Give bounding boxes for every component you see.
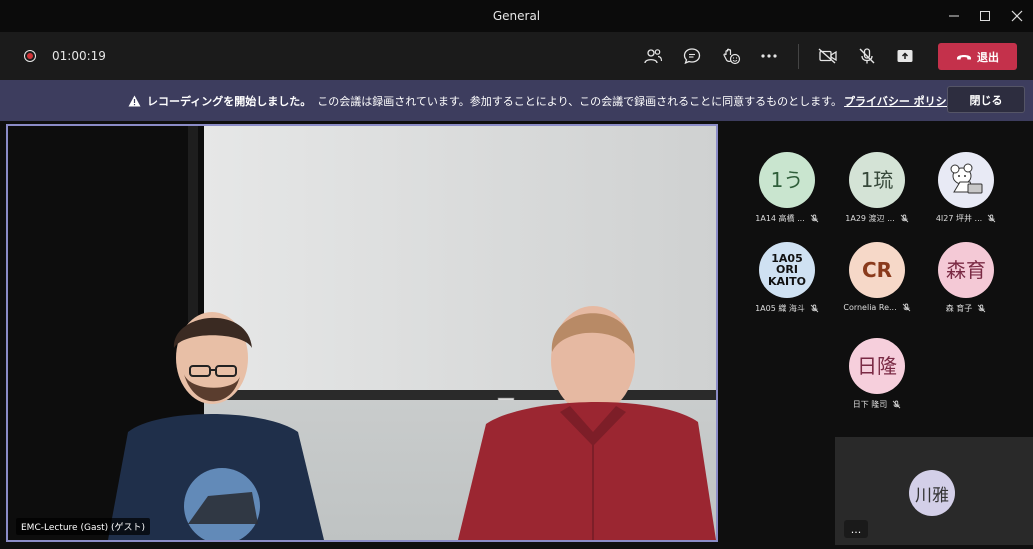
banner-title: レコーディングを開始しました。 xyxy=(147,95,312,108)
recording-banner: レコーディングを開始しました。 この会議は録画されています。参加することにより、… xyxy=(0,80,1033,121)
reactions-button[interactable] xyxy=(719,44,743,68)
participant-name: 森 育子 xyxy=(945,304,973,313)
participant-avatar: 1琉 xyxy=(849,152,905,208)
self-view-tile[interactable]: 川雅 ... xyxy=(835,437,1033,545)
participant-label: 日下 隆司 xyxy=(827,399,927,410)
chat-icon xyxy=(683,48,701,65)
record-icon xyxy=(24,50,36,62)
chat-button[interactable] xyxy=(680,44,704,68)
leave-button[interactable]: 退出 xyxy=(938,43,1017,70)
participants-button[interactable] xyxy=(641,44,665,68)
leave-label: 退出 xyxy=(977,50,999,64)
phone-hangup-icon xyxy=(957,55,971,60)
maximize-button[interactable] xyxy=(969,0,1001,32)
title-bar: General xyxy=(0,0,1033,32)
mic-off-icon xyxy=(859,48,875,64)
person-right-shirt xyxy=(458,401,716,540)
participant-label: 1A14 高橋 ... xyxy=(737,213,837,224)
mic-off-icon xyxy=(902,303,911,312)
participant-name: 4I27 坪井 ... xyxy=(935,214,983,223)
self-more-button[interactable]: ... xyxy=(844,520,868,538)
participant-tile[interactable]: 4I27 坪井 ... xyxy=(916,150,1016,230)
participant-avatar: 森育 xyxy=(938,242,994,298)
participant-label: Cornelia Re... xyxy=(827,303,927,312)
participant-name: 日下 隆司 xyxy=(852,400,888,409)
camera-off-icon xyxy=(818,48,837,64)
stage-participant-name: EMC-Lecture (Gast) (ゲスト) xyxy=(16,518,151,535)
close-window-button[interactable] xyxy=(1001,0,1033,32)
maximize-icon xyxy=(980,11,990,21)
participant-label: 4I27 坪井 ... xyxy=(916,213,1016,224)
close-icon xyxy=(1011,10,1023,22)
toolbar-divider xyxy=(798,44,799,69)
participant-avatar: 1う xyxy=(759,152,815,208)
people-icon xyxy=(644,49,663,64)
meeting-toolbar: 01:00:19 退出 xyxy=(0,32,1033,80)
window-title: General xyxy=(492,9,541,23)
meeting-timer: 01:00:19 xyxy=(52,49,106,63)
reactions-icon xyxy=(723,48,741,65)
participant-avatar: CR xyxy=(849,242,905,298)
share-button[interactable] xyxy=(893,44,917,68)
participant-tile[interactable]: 森育森 育子 xyxy=(916,240,1016,320)
more-actions-button[interactable] xyxy=(757,44,781,68)
self-avatar: 川雅 xyxy=(909,470,955,516)
mic-off-icon xyxy=(810,304,819,313)
participant-label: 森 育子 xyxy=(916,303,1016,314)
camera-toggle-button[interactable] xyxy=(816,44,840,68)
participant-tile[interactable]: 1琉 1A29 渡辺 ... xyxy=(827,150,927,230)
participant-avatar: 日隆 xyxy=(849,338,905,394)
participant-tile[interactable]: 日隆 日下 隆司 xyxy=(827,336,927,416)
share-icon xyxy=(897,50,913,62)
mic-off-icon xyxy=(892,400,901,409)
mic-off-icon xyxy=(810,214,819,223)
participant-name: 1A29 渡辺 ... xyxy=(845,214,895,223)
participant-name: 1A05 織 海斗 xyxy=(755,304,805,313)
main-video-stage[interactable]: EMC-Lecture (Gast) (ゲスト) xyxy=(6,124,718,542)
cartoon-avatar-icon xyxy=(938,152,994,208)
minimize-button[interactable] xyxy=(938,0,970,32)
banner-message: レコーディングを開始しました。 この会議は録画されています。参加することにより、… xyxy=(128,93,958,109)
banner-text: この会議は録画されています。参加することにより、この会議で録画されることに同意す… xyxy=(317,95,843,108)
privacy-policy-link[interactable]: プライバシー ポリシー xyxy=(844,93,958,109)
warning-icon xyxy=(128,95,141,107)
mic-toggle-button[interactable] xyxy=(855,44,879,68)
mic-off-icon xyxy=(900,214,909,223)
participant-tile[interactable]: CR Cornelia Re... xyxy=(827,240,927,320)
minimize-icon xyxy=(949,15,959,17)
participant-tile[interactable]: 1A05 ORI KAITO 1A05 織 海斗 xyxy=(737,240,837,320)
participant-label: 1A05 織 海斗 xyxy=(737,303,837,314)
participant-name: Cornelia Re... xyxy=(843,303,897,312)
mic-off-icon xyxy=(977,304,986,313)
video-feed xyxy=(8,126,716,540)
participant-label: 1A29 渡辺 ... xyxy=(827,213,927,224)
mic-off-icon xyxy=(987,214,996,223)
participant-tile[interactable]: 1う 1A14 高橋 ... xyxy=(737,150,837,230)
close-banner-button[interactable]: 閉じる xyxy=(947,86,1025,113)
more-icon xyxy=(761,54,777,58)
participant-name: 1A14 高橋 ... xyxy=(755,214,805,223)
participant-avatar: 1A05 ORI KAITO xyxy=(759,242,815,298)
